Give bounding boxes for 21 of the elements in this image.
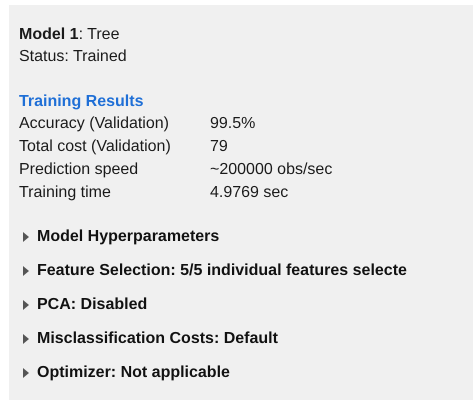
metric-label: Accuracy (Validation)	[19, 114, 170, 134]
collapsible-section[interactable]: Feature Selection: 5/5 individual features selecte	[19, 260, 473, 282]
collapsed-arrow-icon	[22, 232, 29, 242]
collapsed-arrow-icon	[22, 300, 29, 310]
collapsible-section[interactable]: Optimizer: Not applicable	[19, 362, 473, 384]
collapsible-section[interactable]: Misclassification Costs: Default	[19, 328, 473, 350]
metric-label: Prediction speed	[19, 160, 140, 180]
metric-label: Total cost (Validation)	[19, 137, 172, 157]
collapsed-arrow-icon	[22, 368, 29, 378]
collapsible-section[interactable]: Model Hyperparameters	[19, 226, 473, 248]
metric-value: 79	[210, 137, 229, 157]
model-status: Status: Trained	[19, 47, 128, 67]
metric-value: 4.9769 sec	[210, 183, 290, 203]
collapsed-arrow-icon	[22, 334, 29, 344]
metric-label: Training time	[19, 183, 112, 203]
section-heading: Training Results	[19, 92, 144, 112]
model-title: Model 1: Tree	[19, 25, 120, 45]
metric-value: ~200000 obs/sec	[210, 160, 334, 180]
collapsed-arrow-icon	[22, 266, 29, 276]
metric-value: 99.5%	[210, 114, 256, 134]
collapsible-section[interactable]: PCA: Disabled	[19, 294, 473, 316]
